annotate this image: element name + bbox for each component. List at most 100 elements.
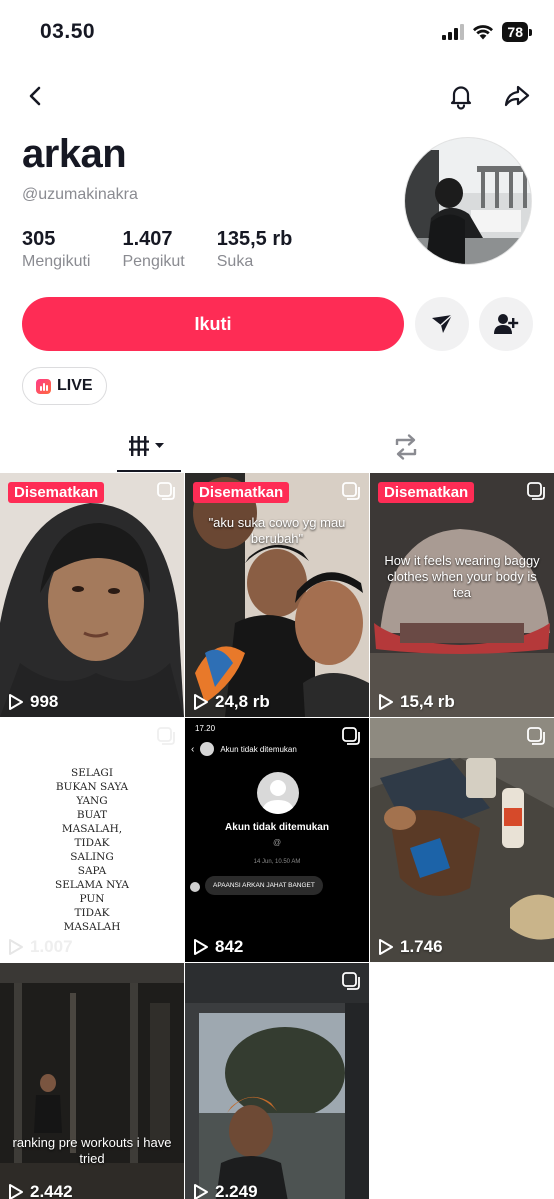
stat-value: 1.407 — [122, 228, 173, 250]
status-time: 03.50 — [40, 20, 96, 43]
stat-label: Suka — [216, 253, 254, 270]
poem-line: SAPA — [77, 865, 107, 877]
video-tile[interactable]: Disematkan 998 — [0, 473, 184, 717]
video-caption: How it feels wearing baggy clothes when … — [384, 553, 540, 600]
signal-icon — [442, 24, 465, 40]
video-tile[interactable]: How it feels wearing baggy clothes when … — [370, 473, 554, 717]
video-tile[interactable]: 17.20 ‹ Akun tidak ditemukan Akun tidak … — [185, 718, 369, 962]
multi-photo-icon — [157, 727, 175, 745]
poem-text: SELAGI BUKAN SAYA YANG BUAT MASALAH, TID… — [0, 766, 184, 934]
share-icon — [504, 85, 530, 107]
stat-following[interactable]: 305 Mengikuti — [22, 228, 90, 271]
notification-button[interactable] — [441, 76, 481, 116]
grid-icon — [129, 436, 164, 456]
video-tile[interactable]: ranking pre workouts i have tried 2.442 — [0, 963, 184, 1199]
stat-followers[interactable]: 1.407 Pengikut — [122, 228, 184, 271]
video-caption: ranking pre workouts i have tried — [12, 1135, 172, 1166]
view-count-value: 1.007 — [30, 937, 73, 956]
phone-header-title: Akun tidak ditemukan — [220, 744, 297, 754]
profile-tabs — [0, 422, 554, 472]
live-icon — [36, 378, 51, 394]
play-icon — [194, 694, 208, 710]
top-nav — [0, 70, 554, 120]
view-count-value: 1.746 — [400, 937, 443, 956]
tab-reposts[interactable] — [374, 422, 438, 472]
view-count-value: 998 — [30, 692, 59, 711]
phone-message: APAANSI ARKAN JAHAT BANGET — [205, 876, 323, 895]
pinned-badge: Disematkan — [8, 482, 105, 503]
phone-title: Akun tidak ditemukan — [225, 822, 329, 833]
phone-date: 14 Jun, 10.50 AM — [253, 859, 301, 865]
stat-value: 135,5 rb — [216, 228, 293, 250]
profile-handle: @uzumakinakra — [22, 186, 138, 203]
play-icon — [194, 939, 208, 955]
view-count: 1.007 — [8, 937, 73, 957]
follow-button[interactable]: Ikuti — [22, 297, 404, 351]
play-icon — [379, 694, 393, 710]
view-count: 998 — [8, 692, 58, 712]
live-label: LIVE — [57, 377, 93, 394]
battery-level: 78 — [502, 22, 528, 42]
multi-photo-icon — [342, 727, 360, 745]
view-count: 2.442 — [8, 1182, 73, 1199]
play-icon — [9, 1184, 23, 1199]
view-count: 1.746 — [378, 937, 443, 957]
poem-line: MASALAH — [63, 921, 121, 933]
poem-line: TIDAK — [74, 907, 110, 919]
poem-line: SELAMA NYA — [55, 879, 129, 891]
phone-time: 17.20 — [195, 724, 216, 733]
share-button[interactable] — [497, 76, 537, 116]
poem-line: TIDAK — [74, 837, 110, 849]
send-message-button[interactable] — [415, 297, 469, 351]
phone-at: @ — [272, 838, 282, 847]
video-caption: "aku suka cowo yg mau berubah" — [208, 515, 346, 546]
video-tile[interactable]: SELAGI BUKAN SAYA YANG BUAT MASALAH, TID… — [0, 718, 184, 962]
battery-icon: 78 — [502, 22, 532, 42]
view-count-value: 2.442 — [30, 1182, 73, 1199]
stat-label: Pengikut — [122, 253, 185, 270]
status-bar: 03.50 78 — [0, 0, 554, 66]
view-count: 842 — [193, 937, 243, 957]
repost-icon — [395, 434, 417, 460]
default-avatar — [257, 772, 299, 814]
add-friend-button[interactable] — [479, 297, 533, 351]
back-button[interactable] — [16, 76, 56, 116]
send-icon — [432, 314, 453, 333]
profile-name: arkan — [22, 132, 127, 176]
avatar[interactable] — [404, 137, 532, 265]
poem-line: BUKAN SAYA — [55, 781, 129, 793]
view-count-value: 24,8 rb — [215, 692, 270, 711]
tab-videos[interactable] — [117, 422, 181, 472]
bell-icon — [450, 86, 472, 110]
view-count-value: 2.249 — [215, 1182, 258, 1199]
stat-likes[interactable]: 135,5 rb Suka — [217, 228, 293, 271]
view-count: 2.249 — [193, 1182, 258, 1199]
wifi-icon — [473, 25, 494, 40]
live-badge[interactable]: LIVE — [22, 367, 107, 405]
video-tile[interactable]: 2.249 — [185, 963, 369, 1199]
multi-photo-icon — [527, 482, 545, 500]
profile-stats: 305 Mengikuti 1.407 Pengikut 135,5 rb Su… — [22, 228, 324, 271]
multi-photo-icon — [342, 972, 360, 990]
view-count-value: 15,4 rb — [400, 692, 455, 711]
multi-photo-icon — [342, 482, 360, 500]
phone-header: ‹ Akun tidak ditemukan — [191, 742, 297, 756]
add-user-icon — [494, 314, 519, 334]
multi-photo-icon — [157, 482, 175, 500]
stat-value: 305 — [22, 228, 56, 250]
play-icon — [379, 939, 393, 955]
poem-line: SALING — [70, 851, 114, 863]
poem-line: PUN — [79, 893, 105, 905]
poem-line: MASALAH, — [61, 823, 123, 835]
view-count: 24,8 rb — [193, 692, 270, 712]
video-tile[interactable]: "aku suka cowo yg mau berubah" Disematka… — [185, 473, 369, 717]
pinned-badge: Disematkan — [193, 482, 290, 503]
video-tile[interactable]: 1.746 — [370, 718, 554, 962]
view-count: 15,4 rb — [378, 692, 455, 712]
chevron-left-icon — [29, 86, 41, 106]
play-icon — [194, 1184, 208, 1199]
status-icons: 78 — [442, 22, 532, 42]
play-icon — [9, 694, 23, 710]
play-icon — [9, 939, 23, 955]
multi-photo-icon — [527, 727, 545, 745]
